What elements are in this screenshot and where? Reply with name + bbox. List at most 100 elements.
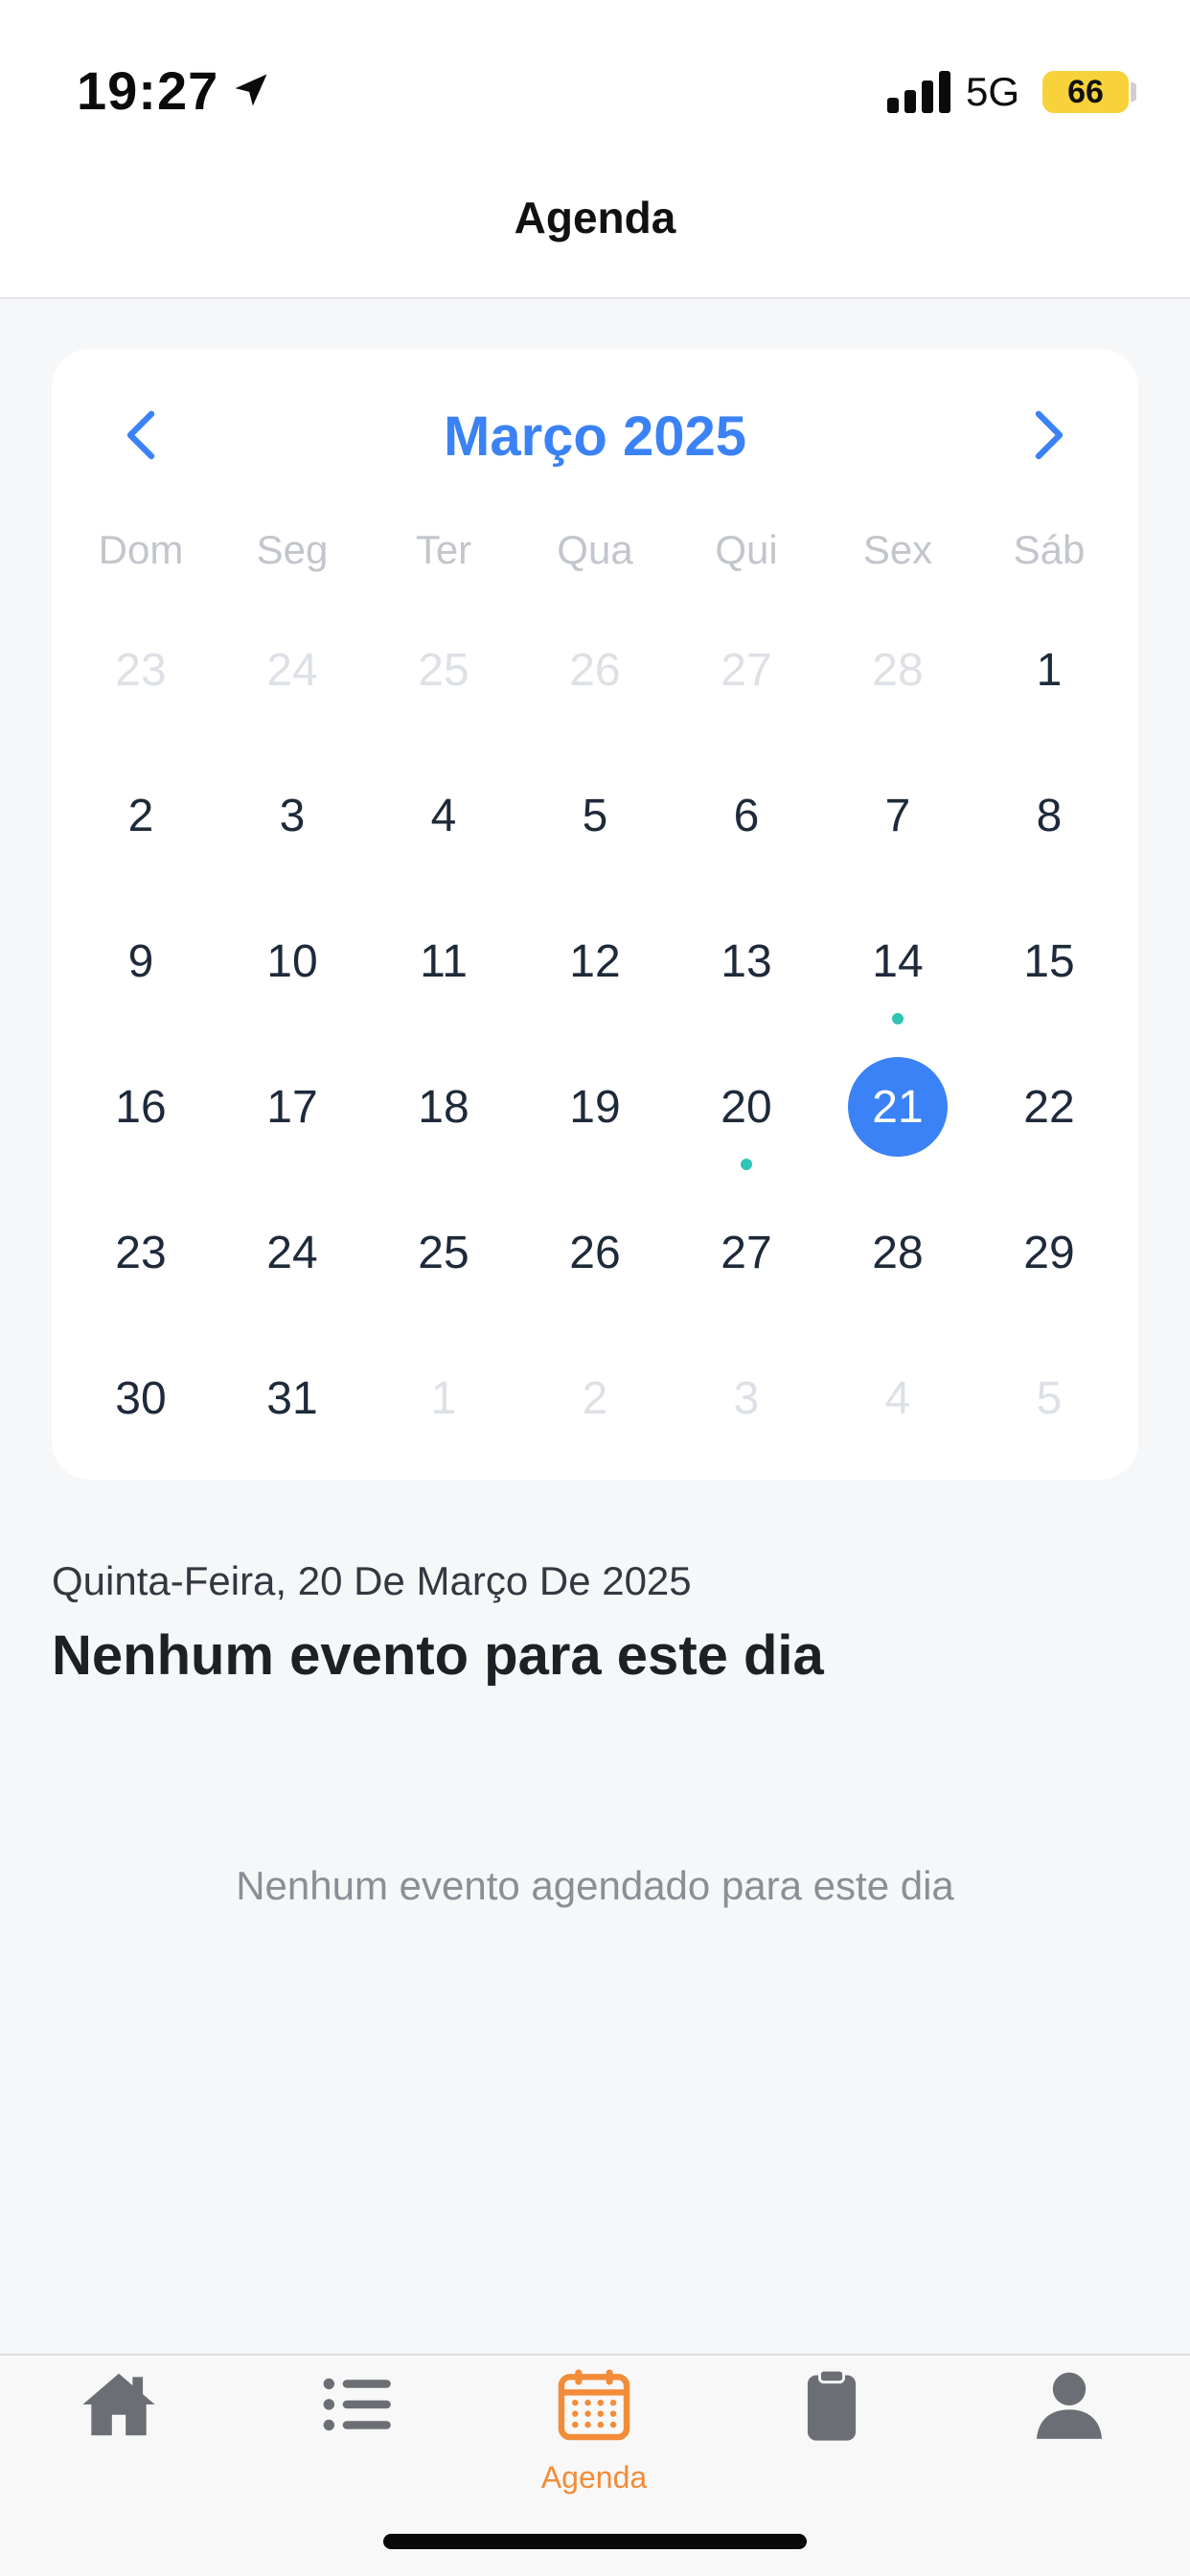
calendar-day[interactable]: 19	[519, 1034, 671, 1180]
day-events-heading: Nenhum evento para este dia	[52, 1624, 824, 1687]
calendar-day[interactable]: 26	[519, 597, 671, 743]
battery-level: 66	[1067, 73, 1104, 110]
calendar-day[interactable]: 28	[822, 597, 973, 743]
day-number: 14	[872, 935, 924, 987]
tab-label: Agenda	[540, 2460, 648, 2495]
calendar-day[interactable]: 10	[217, 888, 368, 1034]
day-number: 16	[115, 1081, 167, 1133]
day-number: 11	[420, 935, 468, 987]
empty-state-message: Nenhum evento agendado para este dia	[236, 1863, 954, 1908]
weekday-label: Qua	[557, 527, 633, 572]
day-number: 4	[430, 790, 457, 841]
calendar-day[interactable]: 1	[368, 1325, 519, 1471]
battery-cap	[1131, 82, 1136, 102]
day-number: 23	[115, 1227, 167, 1278]
next-month-button[interactable]	[1010, 397, 1087, 473]
day-number: 17	[266, 1081, 318, 1133]
day-number: 30	[115, 1372, 167, 1424]
day-number: 26	[569, 644, 621, 696]
day-number: 10	[266, 935, 318, 987]
day-number: 24	[266, 644, 318, 696]
tab-calendar[interactable]: Agenda	[475, 2356, 713, 2499]
day-number: 25	[418, 1227, 469, 1278]
calendar-day[interactable]: 13	[671, 888, 822, 1034]
calendar-day[interactable]: 15	[973, 888, 1125, 1034]
calendar-day[interactable]: 26	[519, 1180, 671, 1325]
day-number: 1	[1036, 644, 1063, 696]
calendar-day[interactable]: 12	[519, 888, 671, 1034]
event-indicator-dot	[741, 1159, 752, 1170]
weekday-label: Seg	[256, 527, 329, 572]
calendar-day[interactable]: 18	[368, 1034, 519, 1180]
day-number: 5	[1036, 1372, 1063, 1424]
calendar-day[interactable]: 23	[65, 597, 217, 743]
nav-divider	[0, 297, 1190, 299]
calendar-day[interactable]: 27	[671, 597, 822, 743]
tab-clipboard[interactable]	[713, 2356, 950, 2499]
day-number: 8	[1036, 790, 1063, 841]
calendar-day-selected[interactable]: 21	[822, 1034, 973, 1180]
calendar-day[interactable]: 6	[671, 743, 822, 888]
calendar-icon	[553, 2363, 635, 2450]
tab-home[interactable]	[0, 2356, 238, 2499]
calendar-day[interactable]: 4	[368, 743, 519, 888]
day-number: 19	[569, 1081, 621, 1133]
calendar-day[interactable]: 5	[519, 743, 671, 888]
calendar-day[interactable]: 8	[973, 743, 1125, 888]
calendar-day[interactable]: 14	[822, 888, 973, 1034]
day-number: 1	[430, 1372, 457, 1424]
calendar-day[interactable]: 20	[671, 1034, 822, 1180]
day-number: 24	[266, 1227, 318, 1278]
day-number: 28	[872, 644, 924, 696]
day-number: 20	[721, 1081, 772, 1133]
calendar-day[interactable]: 23	[65, 1180, 217, 1325]
calendar-day[interactable]: 5	[973, 1325, 1125, 1471]
day-number: 18	[418, 1081, 469, 1133]
calendar-day[interactable]: 25	[368, 1180, 519, 1325]
calendar-day[interactable]: 11	[368, 888, 519, 1034]
calendar-day[interactable]: 1	[973, 597, 1125, 743]
day-number: 26	[569, 1227, 621, 1278]
calendar-day[interactable]: 25	[368, 597, 519, 743]
calendar-day[interactable]: 3	[671, 1325, 822, 1471]
calendar-day[interactable]: 30	[65, 1325, 217, 1471]
calendar-day[interactable]: 28	[822, 1180, 973, 1325]
day-number: 7	[884, 790, 911, 841]
weekday-label: Ter	[415, 527, 472, 572]
day-number: 29	[1023, 1227, 1075, 1278]
clipboard-icon	[790, 2363, 873, 2450]
day-number: 13	[721, 935, 772, 987]
calendar-day[interactable]: 2	[519, 1325, 671, 1471]
calendar-day[interactable]: 4	[822, 1325, 973, 1471]
calendar-day[interactable]: 3	[217, 743, 368, 888]
day-number: 28	[872, 1227, 924, 1278]
calendar-day[interactable]: 24	[217, 1180, 368, 1325]
battery-indicator: 66	[1042, 71, 1129, 113]
cellular-signal-icon	[887, 71, 950, 113]
day-number: 3	[279, 790, 306, 841]
calendar-card: Março 2025 Dom Seg Ter Qua Qui Sex Sáb 23 24 25 2…	[52, 349, 1138, 1480]
network-type-label: 5G	[966, 69, 1020, 114]
calendar-day[interactable]: 16	[65, 1034, 217, 1180]
location-arrow-icon	[235, 74, 267, 106]
calendar-day[interactable]: 31	[217, 1325, 368, 1471]
day-number: 22	[1023, 1081, 1075, 1133]
weekday-header-row: Dom Seg Ter Qua Qui Sex Sáb	[52, 527, 1138, 585]
day-number: 3	[733, 1372, 760, 1424]
calendar-day[interactable]: 7	[822, 743, 973, 888]
day-number: 31	[266, 1372, 318, 1424]
page-title: Agenda	[514, 193, 676, 242]
home-indicator	[383, 2534, 807, 2549]
calendar-day[interactable]: 22	[973, 1034, 1125, 1180]
calendar-day[interactable]: 29	[973, 1180, 1125, 1325]
day-number: 27	[721, 644, 772, 696]
calendar-day[interactable]: 17	[217, 1034, 368, 1180]
event-indicator-dot	[892, 1013, 904, 1024]
tab-list[interactable]	[238, 2356, 475, 2499]
calendar-day[interactable]: 2	[65, 743, 217, 888]
calendar-day[interactable]: 9	[65, 888, 217, 1034]
calendar-day[interactable]: 27	[671, 1180, 822, 1325]
tab-user[interactable]	[950, 2356, 1188, 2499]
weekday-label: Dom	[98, 527, 184, 572]
calendar-day[interactable]: 24	[217, 597, 368, 743]
